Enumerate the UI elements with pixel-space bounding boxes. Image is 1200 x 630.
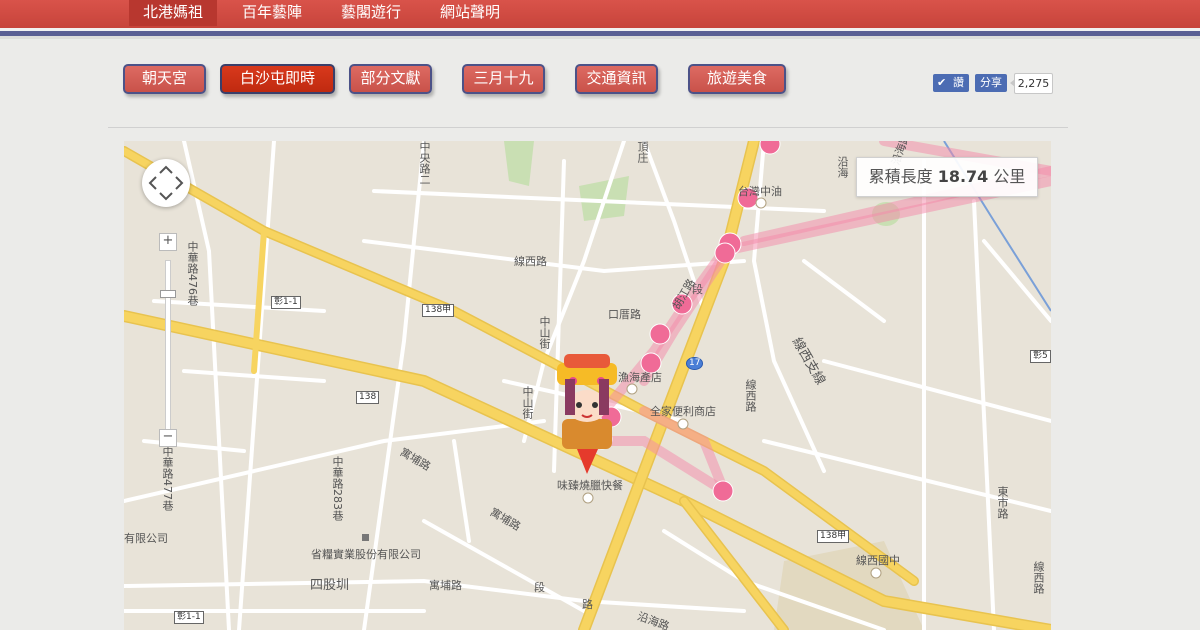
- top-navigation-bar: 北港媽祖 百年藝陣 藝閣遊行 網站聲明: [0, 0, 1200, 31]
- share-label: 分享: [980, 76, 1002, 89]
- map-label-road: 段: [534, 581, 545, 594]
- map-label-road: 段: [692, 283, 703, 296]
- map-label-road: 中山街: [521, 386, 534, 419]
- cumulative-distance-box: 累積長度 18.74 公里: [856, 157, 1038, 197]
- distance-value: 18.74: [937, 167, 989, 186]
- like-label: 讚: [953, 76, 964, 89]
- map-label-road: 線西路: [744, 379, 757, 412]
- tab-transport-info[interactable]: 交通資訊: [575, 64, 658, 94]
- route-shield: 彰1-1: [271, 296, 301, 309]
- facebook-like-button[interactable]: ✔ 讚: [933, 74, 969, 92]
- zoom-slider-handle[interactable]: [160, 290, 176, 298]
- map-label-road: 中央路二: [418, 141, 431, 185]
- map-label-poi: 省糧實業股份有限公司: [311, 548, 421, 561]
- tab-baishatun-live[interactable]: 白沙屯即時: [220, 64, 335, 94]
- tab-chaotian-temple[interactable]: 朝天宮: [123, 64, 206, 94]
- map-label-road: 中華路477巷: [161, 446, 174, 511]
- route-shield: 彰5: [1030, 350, 1051, 363]
- map-label-road: 中山街: [538, 316, 551, 349]
- map-label-road: 中華路476巷: [186, 241, 199, 306]
- distance-label: 累積長度: [868, 167, 933, 186]
- nav-item-centennial-troupes[interactable]: 百年藝陣: [228, 0, 316, 26]
- map-label-poi: 全家便利商店: [650, 405, 716, 418]
- tab-travel-food[interactable]: 旅遊美食: [688, 64, 786, 94]
- zoom-out-button[interactable]: −: [159, 429, 177, 447]
- mazu-avatar-marker: [557, 354, 617, 474]
- pan-arrows-icon: [148, 165, 184, 201]
- route-map[interactable]: 線西路 中山街 中山街 口厝路 胡江路 中華路476巷 中華路477巷 中華路2…: [124, 141, 1051, 630]
- map-label-area: 四股圳: [310, 578, 350, 593]
- content-divider: [108, 127, 1068, 128]
- map-canvas: [124, 141, 1051, 630]
- map-label-poi: 漁海產店: [618, 371, 662, 384]
- route-shield: 138甲: [817, 530, 850, 543]
- distance-unit: 公里: [993, 167, 1026, 186]
- zoom-slider-track[interactable]: [165, 260, 171, 432]
- map-label-poi: 有限公司: [124, 532, 168, 545]
- map-label-road: 東市路: [996, 486, 1009, 519]
- tab-march-nineteenth[interactable]: 三月十九: [462, 64, 545, 94]
- map-label-road: 中華路283巷: [331, 456, 344, 521]
- checkmark-icon: ✔: [937, 76, 947, 89]
- park-area: [504, 141, 534, 186]
- nav-shadow: [0, 36, 1200, 39]
- map-label-poi: 線西國中: [856, 554, 900, 567]
- map-label-road: 口厝路: [608, 308, 641, 321]
- route-shield: 138: [356, 391, 380, 404]
- tab-documents[interactable]: 部分文獻: [349, 64, 432, 94]
- nav-item-float-parade[interactable]: 藝閣遊行: [327, 0, 415, 26]
- route-shield: 138甲: [422, 304, 455, 317]
- map-label-poi: 台灣中油: [738, 185, 782, 198]
- map-label-road: 頂庄: [636, 141, 649, 163]
- map-label-road: 線西路: [1032, 561, 1045, 594]
- map-label-poi: 味臻燒臘快餐: [557, 479, 623, 492]
- map-label-road: 寓埔路: [429, 579, 462, 592]
- zoom-in-button[interactable]: +: [159, 233, 177, 251]
- route-shield: 彰1-1: [174, 611, 204, 624]
- facebook-share-button[interactable]: 分享: [975, 74, 1007, 92]
- share-count: 2,275: [1010, 73, 1053, 94]
- nav-item-beigang-mazu[interactable]: 北港媽祖: [129, 0, 218, 26]
- map-label-road: 沿海: [836, 156, 849, 178]
- map-label-road: 線西路: [514, 255, 547, 268]
- map-label-road: 路: [582, 598, 593, 611]
- nav-item-site-statement[interactable]: 網站聲明: [426, 0, 514, 26]
- map-pan-control[interactable]: [142, 159, 190, 207]
